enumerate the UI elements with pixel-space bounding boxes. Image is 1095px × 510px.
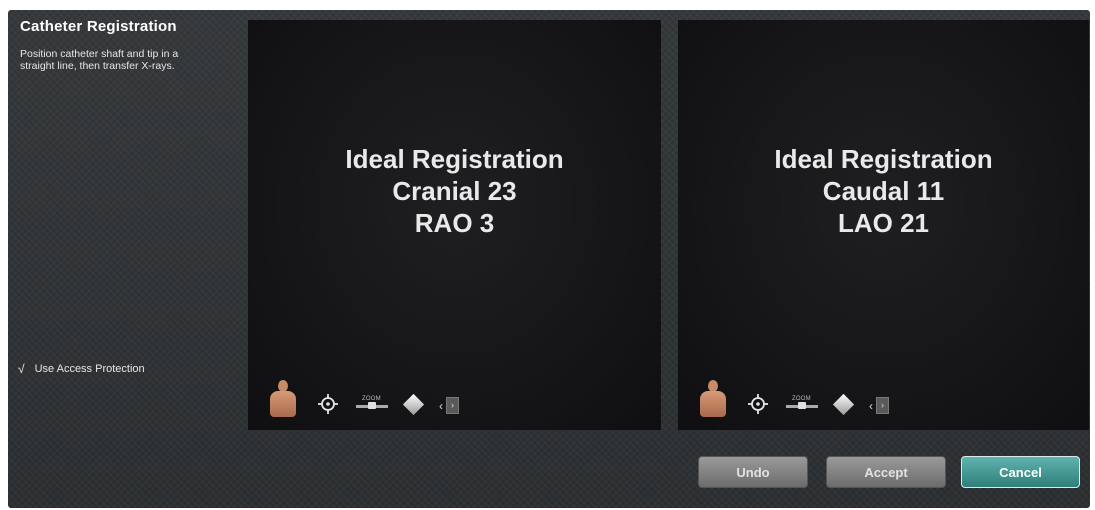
chevron-left-icon: ‹ — [439, 398, 443, 413]
access-protection-checkbox[interactable]: √ Use Access Protection — [18, 362, 145, 376]
person-icon[interactable] — [266, 380, 300, 420]
diamond-icon[interactable] — [402, 393, 425, 416]
xray-viewport-right[interactable]: Ideal Registration Caudal 11 LAO 21 ZOOM… — [678, 20, 1089, 430]
collapse-icon[interactable]: ‹ › — [869, 397, 889, 414]
check-mark-icon: √ — [18, 362, 25, 376]
registration-panel: Catheter Registration Position catheter … — [8, 10, 1090, 508]
caption-line-2: Caudal 11 — [822, 176, 945, 206]
diamond-icon[interactable] — [832, 393, 855, 416]
viewport-caption: Ideal Registration Cranial 23 RAO 3 — [248, 143, 661, 239]
target-icon[interactable] — [748, 394, 768, 414]
xray-viewport-left[interactable]: Ideal Registration Cranial 23 RAO 3 ZOOM… — [248, 20, 661, 430]
caption-line-3: RAO 3 — [414, 208, 495, 238]
caption-line-1: Ideal Registration — [774, 144, 993, 174]
undo-button[interactable]: Undo — [698, 456, 808, 488]
chevron-left-icon: ‹ — [869, 398, 873, 413]
viewport-toolbar: ZOOM ‹ › — [696, 380, 889, 420]
target-icon[interactable] — [318, 394, 338, 414]
viewport-toolbar: ZOOM ‹ › — [266, 380, 459, 420]
viewport-caption: Ideal Registration Caudal 11 LAO 21 — [678, 143, 1089, 239]
zoom-slider-icon[interactable]: ZOOM — [786, 396, 818, 414]
person-icon[interactable] — [696, 380, 730, 420]
cancel-button[interactable]: Cancel — [961, 456, 1080, 488]
caption-line-2: Cranial 23 — [392, 176, 517, 206]
caption-line-3: LAO 21 — [837, 208, 930, 238]
access-protection-label: Use Access Protection — [34, 363, 145, 375]
accept-button[interactable]: Accept — [826, 456, 946, 488]
collapse-icon[interactable]: ‹ › — [439, 397, 459, 414]
caption-line-1: Ideal Registration — [345, 144, 564, 174]
panel-title: Catheter Registration — [20, 18, 177, 35]
zoom-slider-icon[interactable]: ZOOM — [356, 396, 388, 414]
instructions-text: Position catheter shaft and tip in a str… — [20, 48, 179, 72]
